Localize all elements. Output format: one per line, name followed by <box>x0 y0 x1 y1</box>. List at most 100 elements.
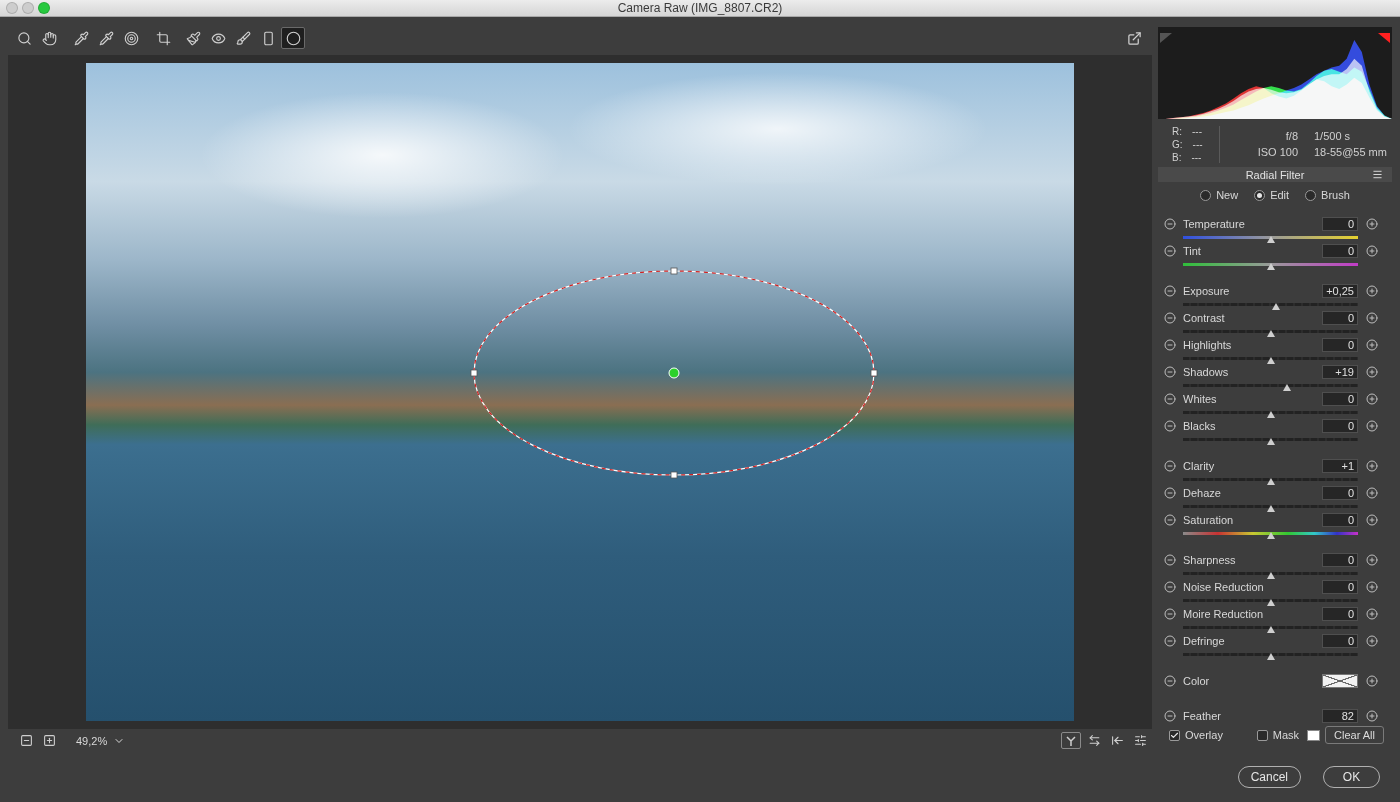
adjustment-value[interactable]: 0 <box>1322 392 1358 406</box>
increase-button[interactable] <box>1366 391 1378 407</box>
increase-button[interactable] <box>1366 673 1378 689</box>
adjustment-value[interactable]: 0 <box>1322 634 1358 648</box>
adjustment-value[interactable]: 0 <box>1322 419 1358 433</box>
radial-filter-overlay[interactable] <box>86 63 1074 721</box>
mode-option[interactable]: Brush <box>1305 189 1350 201</box>
tool-button[interactable] <box>119 27 143 49</box>
adjustment-value[interactable]: +1 <box>1322 459 1358 473</box>
slider-thumb[interactable] <box>1267 478 1275 485</box>
increase-button[interactable] <box>1366 708 1378 724</box>
decrease-button[interactable] <box>1164 708 1176 724</box>
increase-button[interactable] <box>1366 243 1378 259</box>
slider-thumb[interactable] <box>1267 357 1275 364</box>
slider-thumb[interactable] <box>1267 599 1275 606</box>
decrease-button[interactable] <box>1164 216 1176 232</box>
adjustment-value[interactable]: 0 <box>1322 486 1358 500</box>
slider-thumb[interactable] <box>1267 438 1275 445</box>
increase-button[interactable] <box>1366 633 1378 649</box>
filter-handle[interactable] <box>471 370 477 376</box>
adjustment-value[interactable]: 0 <box>1322 338 1358 352</box>
copy-settings-button[interactable] <box>1107 732 1127 749</box>
decrease-button[interactable] <box>1164 552 1176 568</box>
decrease-button[interactable] <box>1164 512 1176 528</box>
adjustment-value[interactable]: 0 <box>1322 513 1358 527</box>
filter-center-pin[interactable] <box>669 368 679 378</box>
decrease-button[interactable] <box>1164 283 1176 299</box>
decrease-button[interactable] <box>1164 458 1176 474</box>
slider-track[interactable] <box>1183 380 1358 391</box>
tool-button[interactable] <box>94 27 118 49</box>
slider-track[interactable] <box>1183 326 1358 337</box>
menu-icon[interactable] <box>1372 169 1383 180</box>
mode-radio[interactable] <box>1254 190 1265 201</box>
decrease-button[interactable] <box>1164 364 1176 380</box>
slider-thumb[interactable] <box>1267 263 1275 270</box>
slider-track[interactable] <box>1183 299 1358 310</box>
slider-track[interactable] <box>1183 232 1358 243</box>
increase-button[interactable] <box>1366 552 1378 568</box>
adjustment-value[interactable]: 0 <box>1322 553 1358 567</box>
zoom-out-button[interactable] <box>16 732 36 749</box>
slider-thumb[interactable] <box>1267 653 1275 660</box>
overlay-checkbox[interactable] <box>1169 730 1180 741</box>
tool-button[interactable] <box>256 27 280 49</box>
filter-handle[interactable] <box>871 370 877 376</box>
clear-all-button[interactable]: Clear All <box>1325 726 1384 744</box>
swap-settings-button[interactable] <box>1084 732 1104 749</box>
adjustment-value[interactable]: 0 <box>1322 580 1358 594</box>
decrease-button[interactable] <box>1164 418 1176 434</box>
shadow-clipping-toggle[interactable] <box>1160 29 1172 39</box>
window-control[interactable] <box>38 2 50 14</box>
slider-track[interactable] <box>1183 501 1358 512</box>
mode-radio[interactable] <box>1305 190 1316 201</box>
adjustment-value[interactable]: 0 <box>1322 311 1358 325</box>
decrease-button[interactable] <box>1164 606 1176 622</box>
slider-track[interactable] <box>1183 649 1358 660</box>
slider-thumb[interactable] <box>1267 411 1275 418</box>
slider-thumb[interactable] <box>1267 572 1275 579</box>
increase-button[interactable] <box>1366 216 1378 232</box>
decrease-button[interactable] <box>1164 243 1176 259</box>
increase-button[interactable] <box>1366 337 1378 353</box>
dialog-button[interactable]: OK <box>1323 766 1380 788</box>
slider-track[interactable] <box>1183 353 1358 364</box>
decrease-button[interactable] <box>1164 579 1176 595</box>
before-after-button[interactable] <box>1061 732 1081 749</box>
increase-button[interactable] <box>1366 458 1378 474</box>
decrease-button[interactable] <box>1164 337 1176 353</box>
tool-button[interactable] <box>206 27 230 49</box>
slider-thumb[interactable] <box>1267 236 1275 243</box>
tool-button[interactable] <box>181 27 205 49</box>
adjustment-value[interactable]: 82 <box>1322 709 1358 723</box>
zoom-dropdown[interactable]: 49,2% <box>68 734 128 748</box>
preview-preferences-button[interactable] <box>1130 732 1150 749</box>
window-control[interactable] <box>22 2 34 14</box>
increase-button[interactable] <box>1366 485 1378 501</box>
increase-button[interactable] <box>1366 283 1378 299</box>
window-control[interactable] <box>6 2 18 14</box>
increase-button[interactable] <box>1366 512 1378 528</box>
slider-thumb[interactable] <box>1267 626 1275 633</box>
slider-track[interactable] <box>1183 568 1358 579</box>
mask-checkbox[interactable] <box>1257 730 1268 741</box>
slider-track[interactable] <box>1183 595 1358 606</box>
slider-track[interactable] <box>1183 259 1358 270</box>
increase-button[interactable] <box>1366 418 1378 434</box>
slider-track[interactable] <box>1183 434 1358 445</box>
slider-thumb[interactable] <box>1272 303 1280 310</box>
increase-button[interactable] <box>1366 364 1378 380</box>
decrease-button[interactable] <box>1164 673 1176 689</box>
adjustment-value[interactable]: 0 <box>1322 244 1358 258</box>
decrease-button[interactable] <box>1164 633 1176 649</box>
filter-handle[interactable] <box>671 472 677 478</box>
tool-button[interactable] <box>151 27 175 49</box>
increase-button[interactable] <box>1366 579 1378 595</box>
slider-track[interactable] <box>1183 474 1358 485</box>
color-swatch[interactable] <box>1322 674 1358 688</box>
fullscreen-button[interactable] <box>1122 27 1146 49</box>
filter-handle[interactable] <box>671 268 677 274</box>
adjustment-value[interactable]: 0 <box>1322 607 1358 621</box>
highlight-clipping-toggle[interactable] <box>1378 29 1390 39</box>
slider-track[interactable] <box>1183 407 1358 418</box>
increase-button[interactable] <box>1366 606 1378 622</box>
